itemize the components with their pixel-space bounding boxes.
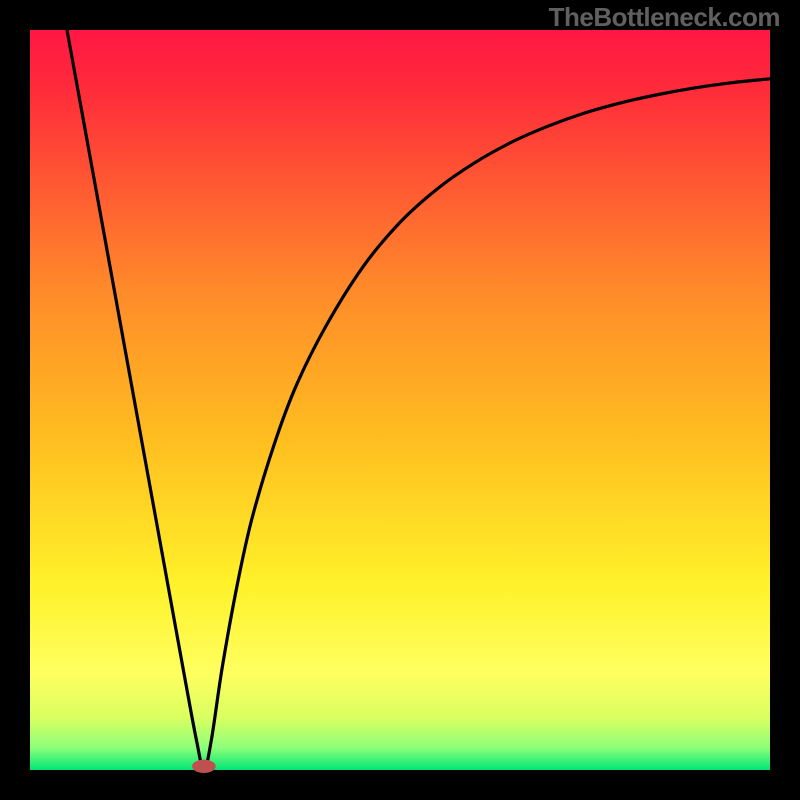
watermark-text: TheBottleneck.com	[549, 2, 780, 33]
optimal-point-marker	[192, 760, 216, 773]
gradient-background	[30, 30, 770, 770]
chart-container: TheBottleneck.com	[0, 0, 800, 800]
bottleneck-chart	[0, 0, 800, 800]
